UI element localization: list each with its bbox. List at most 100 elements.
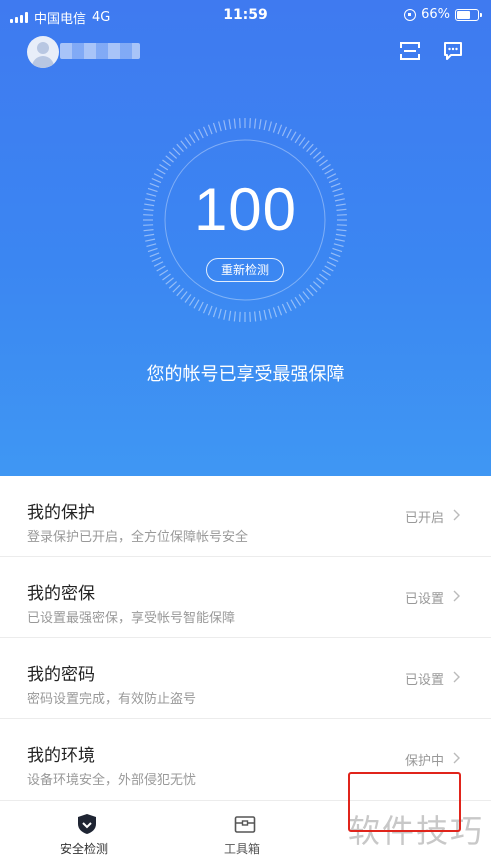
gauge-tick [212,122,218,133]
gauge-tick [290,299,297,309]
gauge-tick [207,305,213,316]
security-score: 100 [193,176,298,243]
gauge-tick [254,311,257,322]
gauge-tick [330,252,341,258]
item-desc: 已设置最强密保，享受帐号智能保障 [27,611,236,626]
gauge-tick [272,122,278,133]
gauge-tick [151,256,162,263]
gauge-tick [153,261,164,267]
gauge-tick [218,308,222,319]
gauge-tick [321,269,331,277]
gauge-tick [188,296,196,306]
tab-security-check[interactable]: 安全检测 [4,801,164,859]
header-row [0,34,491,74]
message-icon[interactable] [443,41,463,61]
highlight-box [348,772,461,832]
shield-icon [78,814,96,834]
gauge-tick [281,303,288,314]
item-title: 我的保护 [27,503,95,523]
gauge-tick [176,143,184,153]
gauge-tick [312,151,322,159]
gauge-tick [159,163,169,171]
gauge-tick [302,291,310,300]
gauge-tick [319,159,328,167]
gauge-tick [223,309,227,320]
gauge-tick [184,137,192,146]
tab-toolbox[interactable]: 工具箱 [162,801,322,859]
gauge-tick [309,147,318,156]
battery-icon [455,8,482,21]
gauge-tick [228,119,232,130]
tab-label: 工具箱 [223,842,260,856]
gauge-tick [233,311,236,322]
gauge-tick [268,308,272,319]
list-item-my-protection[interactable]: 我的保护 登录保护已开启，全方位保障帐号安全 已开启 [0,476,491,557]
list-item-my-password[interactable]: 我的密码 密码设置完成，有效防止盗号 已设置 [0,638,491,719]
toolbox-icon [234,816,256,833]
avatar[interactable] [27,36,59,68]
gauge-tick [146,243,157,247]
scan-icon[interactable] [400,42,420,60]
chevron-right-icon [453,509,460,521]
gauge-tick [316,155,325,163]
hero-panel: 中国电信 4G 11:59 66% 100 重新检测 您的帐号已享受最强保障 [0,0,491,476]
gauge-tick [333,243,344,247]
item-desc: 登录保护已开启，全方位保障帐号安全 [27,530,249,545]
gauge-tick [159,269,169,277]
protection-status-text: 您的帐号已享受最强保障 [146,364,345,385]
gauge-tick [328,256,339,263]
gauge-tick [147,247,158,253]
gauge-tick [268,121,272,132]
gauge-tick [165,155,174,163]
gauge-tick [263,309,267,320]
list-item-my-security-question[interactable]: 我的密保 已设置最强密保，享受帐号智能保障 已设置 [0,557,491,638]
battery-percent: 66% [421,7,450,22]
gauge-tick [188,134,196,144]
security-list: 我的保护 登录保护已开启，全方位保障帐号安全 已开启 我的密保 已设置最强密保，… [0,476,491,800]
chevron-right-icon [453,671,460,683]
gauge-tick [172,284,181,293]
gauge-tick [324,168,334,175]
item-title: 我的环境 [27,746,95,766]
gauge-tick [290,131,297,141]
gauge-tick [149,252,160,258]
gauge-tick [306,287,314,297]
item-desc: 设备环境安全，外部侵犯无忧 [27,773,197,788]
chevron-right-icon [453,590,460,602]
gauge-tick [309,284,318,293]
item-title: 我的密码 [27,665,95,685]
item-title: 我的密保 [27,584,95,604]
gauge-tick [302,140,310,149]
gauge-tick [332,247,343,253]
gauge-tick [168,281,178,289]
gauge-tick [198,128,204,139]
gauge-tick [321,163,331,171]
gauge-tick [202,303,209,314]
gauge-tick [324,265,334,272]
chevron-right-icon [453,752,460,764]
gauge-tick [202,126,209,137]
gauge-tick [298,137,306,146]
gauge-tick [218,121,222,132]
gauge-tick [298,294,306,303]
gauge-tick [258,119,262,130]
item-status: 已开启 [404,511,444,526]
gauge-tick [263,120,267,131]
gauge-tick [156,168,166,175]
gauge-tick [281,126,288,137]
gauge-tick [286,301,292,312]
gauge-tick [176,287,184,297]
item-status: 已设置 [404,592,444,607]
gauge-tick [294,296,302,306]
gauge-tick [249,311,251,322]
gauge-tick [312,281,322,289]
user-name-blurred[interactable] [60,43,140,59]
gauge-tick [272,307,278,318]
recheck-button[interactable]: 重新检测 [206,258,284,282]
gauge-tick [277,124,283,135]
gauge-tick [162,159,171,167]
gauge-tick [306,143,314,153]
gauge-tick [258,310,262,321]
gauge-tick [156,265,166,272]
gauge-tick [239,311,241,322]
